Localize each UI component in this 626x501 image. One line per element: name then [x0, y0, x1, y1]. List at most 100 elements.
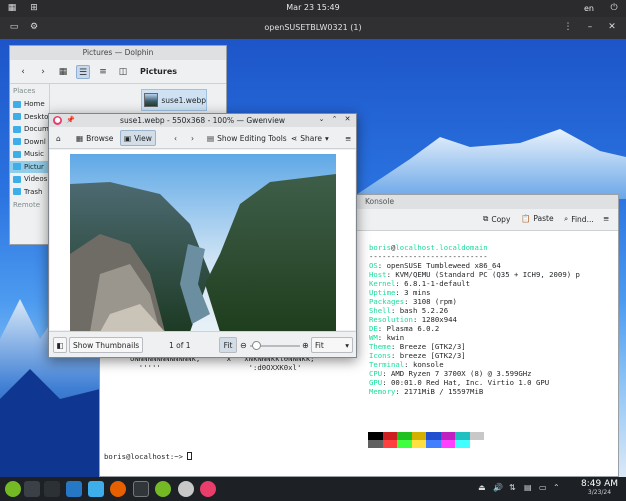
zoom-in-icon[interactable]: ⊕: [302, 342, 310, 350]
color-swatch: [426, 440, 441, 448]
vm-close-icon[interactable]: ✕: [606, 21, 618, 33]
details-view-icon[interactable]: ≡: [96, 65, 110, 79]
vm-minimize-icon[interactable]: –: [584, 21, 596, 33]
tray-expand-icon[interactable]: ⏏: [478, 483, 486, 492]
user-host-line: boris@localhost.localdomain: [369, 243, 488, 252]
file-item[interactable]: suse1.webp: [141, 89, 207, 111]
minimize-icon[interactable]: ⌄: [317, 115, 326, 124]
places-item-downloads[interactable]: Downl: [10, 136, 49, 149]
icons-view-icon[interactable]: ▦: [56, 65, 70, 79]
taskbar-clock[interactable]: 8:49 AM 3/23/24: [581, 479, 618, 496]
firefox-icon[interactable]: [110, 481, 126, 497]
system-info-line: Terminal: konsole: [369, 360, 444, 369]
yast-icon[interactable]: [155, 481, 171, 497]
tray-arrow-icon[interactable]: ⌃: [553, 483, 560, 492]
desktop-icon: [13, 113, 21, 121]
image-thumbnail: [144, 93, 159, 107]
back-icon[interactable]: ‹: [16, 65, 30, 79]
find-button[interactable]: ⌕ Find...: [564, 214, 594, 224]
color-swatch: [382, 432, 397, 440]
breadcrumb[interactable]: Pictures: [140, 67, 177, 76]
maximize-icon[interactable]: ⌃: [330, 115, 339, 124]
taskbar: ⏏ 🔊 ⇅ ▤ ▭ ⌃ 8:49 AM 3/23/24: [0, 477, 626, 501]
vm-menu-icon[interactable]: ⋮: [562, 21, 574, 33]
host-clock[interactable]: Mar 23 15:49: [0, 3, 626, 12]
network-icon[interactable]: ⇅: [509, 483, 516, 492]
color-swatch: [368, 432, 383, 440]
paste-icon: 📋: [521, 214, 531, 223]
gwenview-task-icon[interactable]: [200, 481, 216, 497]
show-editing-tools-button[interactable]: ▤ Show Editing Tools: [204, 130, 290, 146]
places-item-trash[interactable]: Trash: [10, 186, 49, 199]
system-settings-icon[interactable]: [178, 481, 194, 497]
color-swatch: [440, 432, 455, 440]
compact-view-icon[interactable]: ☰: [76, 64, 90, 79]
show-desktop-icon[interactable]: [44, 481, 60, 497]
close-icon[interactable]: ✕: [343, 115, 352, 124]
host-top-bar: ▦ ⊞ Mar 23 15:49 en ⏻: [0, 0, 626, 17]
power-icon[interactable]: ⏻: [608, 2, 620, 14]
share-button[interactable]: ⋖ Share ▾: [288, 130, 332, 146]
fjord-photo: [70, 154, 336, 332]
places-item-pictures[interactable]: Pictur: [10, 160, 49, 173]
application-launcher-icon[interactable]: [5, 481, 21, 497]
share-icon: ⋖: [291, 133, 298, 143]
places-item-videos[interactable]: Videos: [10, 173, 49, 186]
zoom-slider-handle[interactable]: [252, 341, 261, 350]
system-info-line: Uptime: 3 mins: [369, 288, 431, 297]
dolphin-titlebar[interactable]: Pictures — Dolphin: [10, 46, 226, 60]
vm-title-bar: ▭ ⚙ openSUSETBLW0321 (1) ⋮ – ✕: [0, 17, 626, 39]
konsole-task-icon[interactable]: [133, 481, 149, 497]
dolphin-title: Pictures — Dolphin: [82, 48, 154, 57]
page-counter: 1 of 1: [169, 341, 191, 350]
copy-button[interactable]: ⧉ Copy: [483, 214, 510, 224]
color-swatch: [469, 432, 484, 440]
sidebar-toggle-icon[interactable]: ◧: [53, 337, 67, 353]
places-item-desktop[interactable]: Deskto: [10, 111, 49, 124]
gwenview-title: suse1.webp - 550x368 - 100% — Gwenview: [120, 116, 285, 125]
forward-icon[interactable]: ›: [36, 65, 50, 79]
view-button[interactable]: ▣ View: [120, 130, 156, 146]
edit-icon: ▤: [207, 133, 215, 143]
browse-button[interactable]: ▦ Browse: [73, 130, 116, 146]
home-icon[interactable]: ⌂: [53, 130, 64, 146]
places-header: Places: [13, 87, 36, 95]
gwenview-toolbar: ⌂ ▦ Browse ▣ View ‹ › ▤ Show Editing Tools …: [49, 127, 356, 149]
split-view-icon[interactable]: ◫: [116, 65, 130, 79]
konsole-menu-icon[interactable]: ≡: [603, 214, 609, 223]
chevron-down-icon: ▾: [345, 340, 349, 350]
discover-icon[interactable]: [66, 481, 82, 497]
gwenview-statusbar: ◧ Show Thumbnails 1 of 1 Fit ⊖ ⊕ Fit ▾: [49, 331, 356, 357]
screen-icon[interactable]: ▭: [539, 483, 547, 492]
gwenview-menu-icon[interactable]: ≡: [342, 130, 354, 146]
show-thumbnails-button[interactable]: Show Thumbnails: [69, 337, 144, 353]
image-icon: ▣: [124, 133, 132, 143]
fit-button[interactable]: Fit: [219, 337, 237, 353]
zoom-out-icon[interactable]: ⊖: [240, 342, 248, 350]
gwenview-titlebar[interactable]: ● 📌 suse1.webp - 550x368 - 100% — Gwenvi…: [49, 114, 356, 127]
desktop-pager-icon[interactable]: [24, 481, 40, 497]
grid-icon: ▦: [76, 133, 84, 143]
places-item-music[interactable]: Music: [10, 148, 49, 161]
gwenview-window[interactable]: ● 📌 suse1.webp - 550x368 - 100% — Gwenvi…: [48, 113, 357, 358]
remote-header: Remote: [13, 201, 41, 209]
videos-icon: [13, 175, 21, 183]
next-icon[interactable]: ›: [188, 130, 197, 146]
previous-icon[interactable]: ‹: [171, 130, 180, 146]
dolphin-task-icon[interactable]: [88, 481, 104, 497]
zoom-select[interactable]: Fit ▾: [311, 337, 353, 353]
image-canvas[interactable]: [50, 150, 355, 332]
volume-icon[interactable]: 🔊: [493, 483, 503, 492]
color-swatch: [440, 440, 455, 448]
places-item-home[interactable]: Home: [10, 98, 49, 111]
clipboard-icon[interactable]: ▤: [524, 483, 532, 492]
paste-button[interactable]: 📋 Paste: [521, 214, 554, 223]
system-info-line: CPU: AMD Ryzen 7 3700X (8) @ 3.599GHz: [369, 369, 532, 378]
color-swatch: [426, 432, 441, 440]
language-indicator[interactable]: en: [584, 4, 594, 13]
music-icon: [13, 150, 21, 158]
color-swatch: [368, 440, 383, 448]
system-info-line: Shell: bash 5.2.26: [369, 306, 449, 315]
dolphin-toolbar: ‹ › ▦ ☰ ≡ ◫ Pictures: [10, 60, 226, 84]
places-item-documents[interactable]: Docum: [10, 123, 49, 136]
